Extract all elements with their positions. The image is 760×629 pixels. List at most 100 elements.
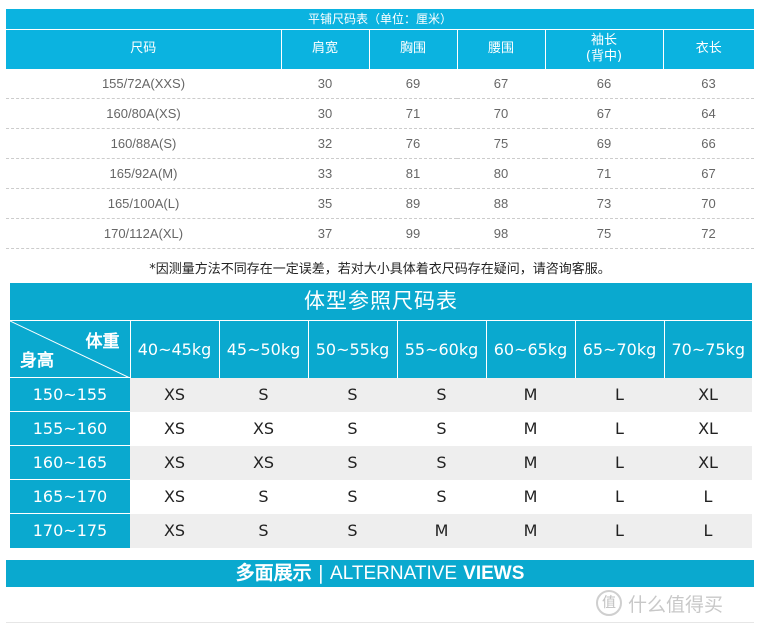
banner-en-light: ALTERNATIVE xyxy=(330,563,458,584)
height-range-cell: 150~155 xyxy=(10,377,130,412)
cell-chest: 71 xyxy=(369,98,457,129)
body-type-table: 体重 身高 40~45kg 45~50kg 50~55kg 55~60kg 60~65k… xyxy=(10,320,752,548)
cell-chest: 99 xyxy=(369,218,457,249)
cell-length: 72 xyxy=(663,218,754,249)
weight-header: 60~65kg xyxy=(485,320,575,378)
divider xyxy=(6,622,754,623)
weight-header: 70~75kg xyxy=(663,320,752,378)
size-cell: M xyxy=(486,411,575,446)
cell-waist: 67 xyxy=(457,68,545,99)
flat-table-row: 155/72A(XXS) 30 69 67 66 63 xyxy=(6,68,754,99)
header-sleeve: 袖长 (背中) xyxy=(544,29,663,69)
size-cell: S xyxy=(397,377,486,412)
size-cell: XL xyxy=(664,377,752,412)
size-cell: S xyxy=(219,377,308,412)
cell-sleeve: 73 xyxy=(545,188,663,219)
body-table-row: 170~175 XS S S M M L L xyxy=(10,513,752,548)
size-cell: XS xyxy=(219,411,308,446)
size-cell: S xyxy=(219,513,308,548)
size-cell: L xyxy=(575,411,664,446)
cell-sleeve: 75 xyxy=(545,218,663,249)
cell-sleeve: 67 xyxy=(545,98,663,129)
size-cell: XL xyxy=(664,411,752,446)
weight-header: 40~45kg xyxy=(129,320,219,378)
body-table-row: 165~170 XS S S S M L L xyxy=(10,479,752,514)
size-cell: S xyxy=(397,445,486,480)
weight-header: 65~70kg xyxy=(574,320,664,378)
corner-weight-label: 体重 xyxy=(85,332,120,352)
cell-length: 63 xyxy=(663,68,754,99)
cell-waist: 75 xyxy=(457,128,545,159)
cell-length: 67 xyxy=(663,158,754,189)
banner-cn-title: 多面展示 xyxy=(235,562,312,584)
flat-size-table: 尺码 肩宽 胸围 腰围 袖长 (背中) 衣长 155/72A(XXS) 30 69 6… xyxy=(6,29,754,249)
cell-waist: 88 xyxy=(457,188,545,219)
cell-size: 165/92A(M) xyxy=(6,158,281,189)
header-chest: 胸围 xyxy=(368,29,457,69)
cell-shoulder: 30 xyxy=(281,98,369,129)
body-table-row: 155~160 XS XS S S M L XL xyxy=(10,411,752,446)
watermark: 值 什么值得买 xyxy=(596,588,723,618)
corner-header: 体重 身高 xyxy=(10,320,130,378)
cell-chest: 81 xyxy=(369,158,457,189)
body-chart-title: 体型参照尺码表 xyxy=(10,283,752,320)
size-cell: L xyxy=(575,513,664,548)
size-cell: S xyxy=(397,411,486,446)
measurement-note: *因测量方法不同存在一定误差，若对大小具体着衣尺码存在疑问，请咨询客服。 xyxy=(149,262,611,277)
cell-size: 155/72A(XXS) xyxy=(6,68,281,99)
corner-height-label: 身高 xyxy=(20,351,54,371)
flat-table-row: 170/112A(XL) 37 99 98 75 72 xyxy=(6,218,754,249)
weight-header: 45~50kg xyxy=(218,320,308,378)
size-cell: L xyxy=(575,445,664,480)
size-cell: S xyxy=(308,513,397,548)
size-cell: M xyxy=(486,513,575,548)
size-cell: L xyxy=(664,513,752,548)
body-table-row: 160~165 XS XS S S M L XL xyxy=(10,445,752,480)
size-cell: S xyxy=(308,445,397,480)
cell-size: 165/100A(L) xyxy=(6,188,281,219)
size-cell: S xyxy=(219,479,308,514)
size-cell: XS xyxy=(219,445,308,480)
size-cell: XS xyxy=(130,479,219,514)
cell-shoulder: 32 xyxy=(281,128,369,159)
size-cell: M xyxy=(486,377,575,412)
cell-size: 170/112A(XL) xyxy=(6,218,281,249)
size-cell: L xyxy=(575,377,664,412)
header-length: 衣长 xyxy=(662,29,754,69)
size-cell: M xyxy=(397,513,486,548)
cell-chest: 89 xyxy=(369,188,457,219)
cell-length: 70 xyxy=(663,188,754,219)
flat-table-row: 160/88A(S) 32 76 75 69 66 xyxy=(6,128,754,159)
header-waist: 腰围 xyxy=(456,29,545,69)
cell-size: 160/88A(S) xyxy=(6,128,281,159)
watermark-logo-icon: 值 xyxy=(596,590,622,616)
cell-waist: 98 xyxy=(457,218,545,249)
cell-sleeve: 69 xyxy=(545,128,663,159)
height-range-cell: 170~175 xyxy=(10,513,130,548)
size-cell: XL xyxy=(664,445,752,480)
flat-table-row: 165/100A(L) 35 89 88 73 70 xyxy=(6,188,754,219)
weight-header: 50~55kg xyxy=(307,320,397,378)
cell-sleeve: 71 xyxy=(545,158,663,189)
flat-header-row: 尺码 肩宽 胸围 腰围 袖长 (背中) 衣长 xyxy=(6,29,754,69)
size-cell: L xyxy=(664,479,752,514)
flat-table-row: 165/92A(M) 33 81 80 71 67 xyxy=(6,158,754,189)
size-cell: M xyxy=(486,445,575,480)
cell-waist: 70 xyxy=(457,98,545,129)
cell-waist: 80 xyxy=(457,158,545,189)
flat-size-chart: 平铺尺码表（单位：厘米） 尺码 肩宽 胸围 腰围 袖长 (背中) 衣长 155/… xyxy=(6,9,754,249)
cell-chest: 76 xyxy=(369,128,457,159)
cell-shoulder: 37 xyxy=(281,218,369,249)
size-cell: S xyxy=(308,411,397,446)
size-cell: XS xyxy=(130,513,219,548)
watermark-text: 什么值得买 xyxy=(628,593,724,616)
size-cell: M xyxy=(486,479,575,514)
banner-separator: | xyxy=(317,562,325,584)
size-cell: L xyxy=(575,479,664,514)
body-header-row: 体重 身高 40~45kg 45~50kg 50~55kg 55~60kg 60~65k… xyxy=(10,320,752,378)
weight-header: 55~60kg xyxy=(396,320,486,378)
cell-sleeve: 66 xyxy=(545,68,663,99)
cell-length: 66 xyxy=(663,128,754,159)
header-sleeve-line1: 袖长 xyxy=(590,33,617,49)
header-shoulder: 肩宽 xyxy=(280,29,369,69)
